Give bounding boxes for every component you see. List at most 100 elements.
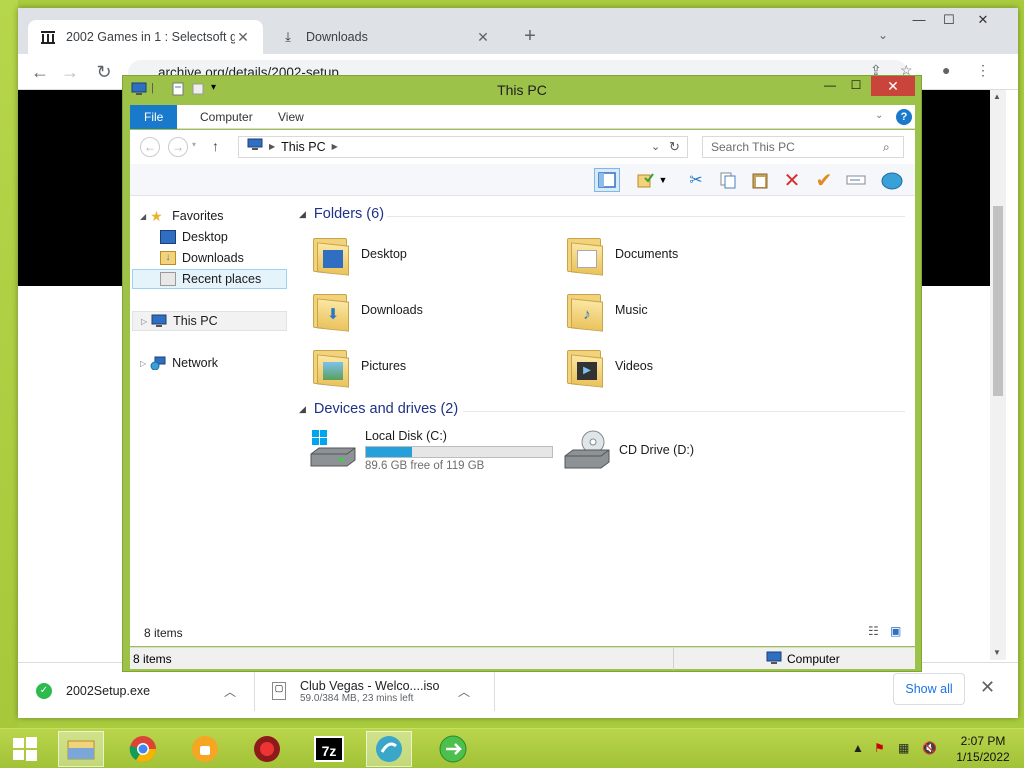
checkmark-icon[interactable]: ✔ <box>811 168 837 192</box>
scrollbar[interactable]: ▲ ▼ <box>990 90 1006 660</box>
menu-icon[interactable]: ⋮ <box>976 62 990 79</box>
check-icon: ✓ <box>36 683 52 699</box>
profile-icon[interactable]: ● <box>942 62 950 78</box>
tab-computer[interactable]: Computer <box>186 105 267 129</box>
scroll-up-icon[interactable]: ▲ <box>993 92 1001 101</box>
start-button[interactable] <box>2 731 48 767</box>
collapse-icon[interactable]: ◢ <box>299 209 306 220</box>
help-icon[interactable]: ? <box>896 109 912 125</box>
tab-downloads[interactable]: ⤓ Downloads ✕ <box>268 20 503 54</box>
nav-item-recent-places[interactable]: Recent places <box>132 269 287 289</box>
close-icon[interactable]: ✕ <box>235 29 251 46</box>
scroll-down-icon[interactable]: ▼ <box>993 648 1001 657</box>
expand-icon[interactable]: ▷ <box>141 317 147 326</box>
folder-label: Downloads <box>361 303 423 317</box>
close-icon[interactable]: ✕ <box>980 677 995 698</box>
forward-button[interactable]: → <box>168 137 188 157</box>
search-input[interactable]: Search This PC ⌕ <box>702 136 904 158</box>
folder-documents[interactable]: Documents <box>563 228 678 280</box>
chevron-right-icon[interactable]: ▶ <box>332 137 338 157</box>
drive-c[interactable]: Local Disk (C:) 89.6 GB free of 119 GB <box>309 424 559 476</box>
back-button[interactable]: ← <box>28 60 52 84</box>
paste-icon[interactable] <box>747 168 773 192</box>
maximize-button[interactable]: ☐ <box>934 12 964 28</box>
maximize-button[interactable]: ☐ <box>843 78 869 92</box>
command-bar: ▼ ✂ ✕ ✔ <box>130 164 915 196</box>
nav-item-desktop[interactable]: Desktop <box>132 227 287 247</box>
app-taskbar[interactable] <box>366 731 412 767</box>
new-tab-button[interactable]: + <box>518 25 542 48</box>
minimize-button[interactable]: — <box>817 78 843 92</box>
nav-item-downloads[interactable]: ↓ Downloads <box>132 248 287 268</box>
reload-button[interactable]: ↻ <box>92 60 116 84</box>
download-name: 2002Setup.exe <box>66 684 151 698</box>
expand-icon[interactable]: ▷ <box>140 359 146 368</box>
address-row: ← → ▾ ↑ ▶ This PC ▶ ⌄ ↻ Search This PC ⌕ <box>130 130 915 164</box>
close-window-button[interactable]: ✕ <box>968 12 998 28</box>
folder-downloads[interactable]: ⬇ Downloads <box>309 284 423 336</box>
vpn-taskbar[interactable] <box>182 731 228 767</box>
drive-usage-fill <box>366 446 412 457</box>
explorer-titlebar[interactable]: | ▾ This PC — ☐ ✕ <box>123 76 921 104</box>
close-button[interactable]: ✕ <box>871 76 915 96</box>
folder-videos[interactable]: ▶ Videos <box>563 340 653 392</box>
folder-music[interactable]: ♪ Music <box>563 284 648 336</box>
expand-icon[interactable]: ◢ <box>140 212 146 221</box>
chevron-up-icon[interactable]: ︿ <box>458 683 470 700</box>
chevron-down-icon[interactable]: ⌄ <box>875 110 883 121</box>
nav-item-this-pc[interactable]: ▷ This PC <box>132 311 287 331</box>
file-explorer-taskbar[interactable] <box>58 731 104 767</box>
download-item[interactable]: ▢ Club Vegas - Welco....iso 59.0/384 MB,… <box>272 671 482 711</box>
folders-group-header[interactable]: ◢ Folders (6) <box>299 206 384 222</box>
search-icon[interactable]: ⌕ <box>883 137 890 157</box>
show-all-button[interactable]: Show all <box>893 673 965 705</box>
close-icon[interactable]: ✕ <box>475 29 491 46</box>
volume-muted-icon[interactable]: 🔇 <box>922 741 937 755</box>
copy-icon[interactable] <box>715 168 741 192</box>
game-taskbar[interactable] <box>244 731 290 767</box>
action-center-icon[interactable]: ⚑ <box>874 741 885 755</box>
large-icons-view-icon[interactable]: ▣ <box>890 624 901 638</box>
chevron-up-icon[interactable]: ︿ <box>224 683 236 700</box>
nav-item-favorites[interactable]: ◢ ★ Favorites <box>132 206 287 226</box>
collapse-icon[interactable]: ◢ <box>299 404 306 415</box>
preview-pane-button[interactable] <box>594 168 620 192</box>
nav-item-network[interactable]: ▷ Network <box>132 353 287 373</box>
show-hidden-icons[interactable]: ▲ <box>852 741 864 755</box>
globe-icon[interactable] <box>879 168 905 192</box>
update-taskbar[interactable] <box>430 731 476 767</box>
tab-search-icon[interactable]: ⌄ <box>878 28 888 42</box>
devices-group-header[interactable]: ◢ Devices and drives (2) <box>299 401 458 417</box>
forward-button[interactable]: → <box>58 60 82 84</box>
folder-desktop[interactable]: Desktop <box>309 228 407 280</box>
download-progress: 59.0/384 MB, 23 mins left <box>300 692 414 704</box>
delete-icon[interactable]: ✕ <box>779 168 805 192</box>
tab-view[interactable]: View <box>264 105 318 129</box>
chrome-taskbar[interactable] <box>120 731 166 767</box>
rename-icon[interactable] <box>843 168 869 192</box>
details-view-icon[interactable]: ☷ <box>868 624 879 638</box>
status-items: 8 items <box>133 652 172 666</box>
address-bar[interactable]: ▶ This PC ▶ ⌄ ↻ <box>238 136 688 158</box>
scroll-thumb[interactable] <box>993 206 1003 396</box>
explorer-window: | ▾ This PC — ☐ ✕ File Computer View ⌄ ?… <box>122 75 922 672</box>
breadcrumb[interactable]: This PC <box>281 137 325 157</box>
tab-archive[interactable]: 2002 Games in 1 : Selectsoft gam ✕ <box>28 20 263 54</box>
tab-file[interactable]: File <box>130 105 178 129</box>
clock[interactable]: 2:07 PM 1/15/2022 <box>950 733 1016 765</box>
chevron-down-icon[interactable]: ▼ <box>656 168 670 192</box>
back-button[interactable]: ← <box>140 137 160 157</box>
7zip-taskbar[interactable]: 7z <box>306 731 352 767</box>
drive-d[interactable]: CD Drive (D:) <box>563 424 694 476</box>
cut-icon[interactable]: ✂ <box>683 168 709 192</box>
folder-pictures[interactable]: Pictures <box>309 340 406 392</box>
download-item[interactable]: ✓ 2002Setup.exe ︿ <box>36 671 246 711</box>
recent-locations-icon[interactable]: ▾ <box>192 140 196 149</box>
minimize-button[interactable]: — <box>904 12 934 27</box>
computer-icon <box>766 651 782 668</box>
dropdown-icon[interactable]: ⌄ <box>651 137 660 157</box>
refresh-icon[interactable]: ↻ <box>669 137 680 157</box>
chevron-right-icon[interactable]: ▶ <box>269 137 275 157</box>
up-button[interactable]: ↑ <box>212 138 219 154</box>
network-tray-icon[interactable]: ▦ <box>898 741 909 755</box>
